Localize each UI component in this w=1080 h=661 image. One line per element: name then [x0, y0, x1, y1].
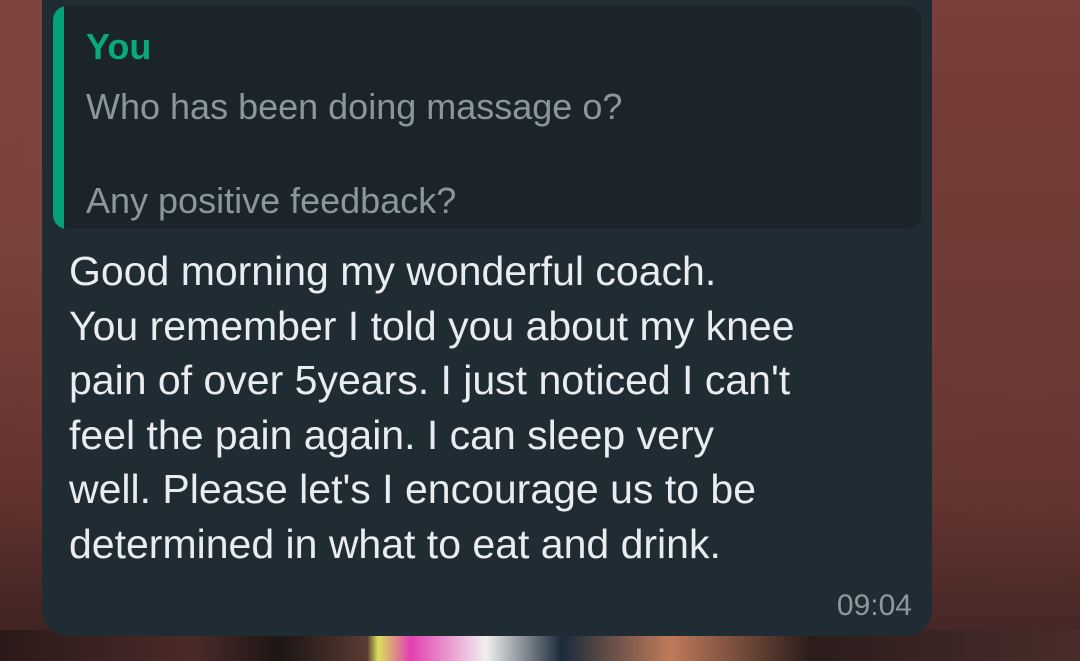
quote-accent-bar	[53, 6, 64, 229]
quoted-reply[interactable]: You Who has been doing massage o? Any po…	[53, 6, 921, 229]
quote-sender-name: You	[86, 26, 152, 67]
message-timestamp: 09:04	[836, 589, 912, 622]
message-text: Good morning my wonderful coach. You rem…	[69, 248, 795, 567]
quote-text: Who has been doing massage o? Any positi…	[86, 86, 623, 221]
